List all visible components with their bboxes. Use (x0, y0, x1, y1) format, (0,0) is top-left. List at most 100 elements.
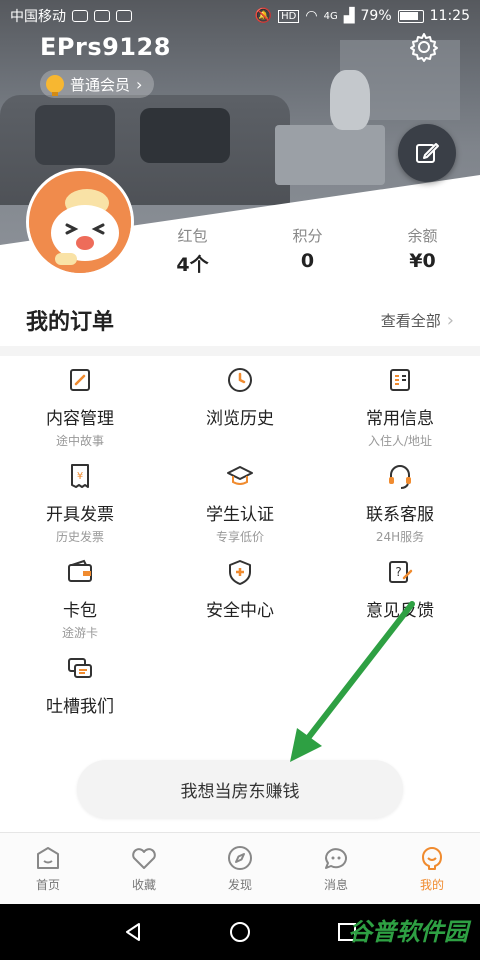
tab-messages[interactable]: 消息 (288, 833, 384, 904)
grid-item-invoice[interactable]: ¥ 开具发票 历史发票 (0, 462, 160, 552)
message-icon (325, 848, 347, 869)
grid-item-card-wallet[interactable]: 卡包 途游卡 (0, 558, 160, 648)
svg-text:¥: ¥ (77, 471, 83, 482)
grid-item-label: 浏览历史 (206, 409, 274, 429)
tab-label: 我的 (419, 878, 444, 892)
message-notification-icon (94, 10, 110, 22)
view-all-orders-link[interactable]: 查看全部 › (381, 310, 454, 331)
cartoon-avatar-icon (29, 171, 131, 273)
grid-item-customer-service[interactable]: 联系客服 24H服务 (320, 462, 480, 552)
stat-value: 4个 (176, 254, 209, 276)
grid-item-sublabel: 入住人/地址 (367, 434, 433, 448)
avatar[interactable] (26, 168, 134, 276)
grid-item-label: 开具发票 (46, 505, 114, 525)
graduation-cap-icon (227, 466, 253, 485)
edit-doc-icon (70, 369, 90, 391)
grid-item-sublabel: 24H服务 (375, 530, 425, 544)
wallet-icon (68, 559, 92, 582)
stat-label: 红包 (177, 227, 208, 245)
view-all-label: 查看全部 (380, 311, 441, 330)
grid-item-browse-history[interactable]: 浏览历史 (160, 366, 320, 456)
pencil-edit-icon (416, 143, 439, 163)
grid-item-label: 学生认证 (206, 505, 274, 525)
tab-label: 收藏 (131, 878, 156, 892)
stat-label: 积分 (292, 227, 323, 245)
grid-item-label: 联系客服 (366, 505, 434, 525)
tab-mine[interactable]: 我的 (384, 833, 480, 904)
invoice-icon: ¥ (71, 464, 89, 488)
member-level-badge[interactable]: 普通会员 › (40, 70, 155, 98)
stat-balance[interactable]: 余额 ¥0 (365, 225, 480, 285)
svg-text:?: ? (395, 565, 401, 579)
grid-item-complain[interactable]: 吐槽我们 (0, 654, 160, 744)
chat-icon (68, 658, 92, 678)
signal-icon: ▟ (343, 8, 355, 24)
bottom-tab-bar: 首页 收藏 发现 消息 我的 (0, 832, 480, 904)
wifi-icon: ◠ (305, 8, 318, 24)
stat-points[interactable]: 积分 0 (250, 225, 365, 285)
home-circle-icon[interactable] (228, 920, 252, 944)
battery-icon (397, 9, 424, 23)
grid-item-frequent-info[interactable]: 常用信息 入住人/地址 (320, 366, 480, 456)
stat-value: ¥0 (409, 250, 436, 272)
back-triangle-icon[interactable] (121, 920, 145, 944)
shield-icon (229, 560, 251, 585)
tab-label: 消息 (323, 878, 348, 892)
grid-item-student-verify[interactable]: 学生认证 专享低价 (160, 462, 320, 552)
grid-item-sublabel: 历史发票 (55, 530, 104, 544)
edit-profile-button[interactable] (398, 124, 456, 182)
grid-item-label: 常用信息 (366, 409, 434, 429)
grid-item-security-center[interactable]: 安全中心 (160, 558, 320, 648)
grid-item-sublabel: 专享低价 (215, 530, 264, 544)
grid-item-feedback[interactable]: ? 意见反馈 (320, 558, 480, 648)
grid-item-content-management[interactable]: 内容管理 途中故事 (0, 366, 160, 456)
member-level-label: 普通会员 (70, 75, 131, 94)
tab-label: 发现 (227, 878, 252, 892)
become-host-button[interactable]: 我想当房东赚钱 (77, 760, 403, 818)
tab-label: 首页 (35, 878, 60, 892)
mute-icon: 🔕 (254, 8, 273, 24)
compass-icon (228, 846, 252, 870)
list-doc-icon (390, 369, 410, 391)
grid-item-label: 意见反馈 (366, 601, 434, 621)
tab-home[interactable]: 首页 (0, 833, 96, 904)
username: EPrs9128 (40, 33, 171, 61)
status-right: 🔕 HD ◠ 4G ▟ 79% 11:25 (255, 8, 470, 24)
status-bar: 中国移动 🔕 HD ◠ 4G ▟ 79% 11:25 (0, 0, 480, 32)
battery-percent: 79% (360, 8, 392, 24)
headset-icon (389, 465, 411, 489)
grid-item-label: 吐槽我们 (46, 697, 114, 717)
lightbulb-icon (46, 75, 64, 96)
app-notification-icon (116, 10, 132, 22)
settings-gear-icon[interactable] (408, 31, 440, 63)
tab-favorites[interactable]: 收藏 (96, 833, 192, 904)
grid-item-label: 内容管理 (46, 409, 114, 429)
tab-discover[interactable]: 发现 (192, 833, 288, 904)
stat-label: 余额 (407, 227, 438, 245)
grid-item-label: 安全中心 (206, 601, 274, 621)
chevron-right-icon: › (446, 309, 454, 331)
profile-icon (422, 847, 442, 870)
orders-section-header: 我的订单 查看全部 › (0, 298, 480, 342)
grid-item-sublabel: 途游卡 (61, 626, 98, 640)
carrier-label: 中国移动 (10, 9, 66, 25)
screen: 中国移动 🔕 HD ◠ 4G ▟ 79% 11:25 EPrs9128 普通会员… (0, 0, 480, 960)
status-left: 中国移动 (10, 6, 132, 26)
feedback-icon: ? (389, 561, 413, 583)
wechat-notification-icon (72, 10, 88, 22)
home-icon (37, 847, 59, 869)
orders-title: 我的订单 (26, 310, 115, 335)
stat-value: 0 (300, 250, 315, 272)
clock-icon (228, 368, 252, 392)
chevron-right-icon: › (136, 74, 143, 94)
account-stats: 红包 4个 积分 0 余额 ¥0 (135, 225, 480, 285)
clock-time: 11:25 (429, 8, 470, 24)
heart-icon (132, 848, 156, 869)
grid-item-sublabel: 途中故事 (55, 434, 104, 448)
network-type-label: 4G (323, 10, 338, 22)
stat-red-packet[interactable]: 红包 4个 (135, 225, 250, 285)
section-divider (0, 346, 480, 356)
hd-icon: HD (278, 9, 300, 23)
watermark-logo: 谷普软件园 (348, 918, 468, 946)
grid-item-label: 卡包 (63, 601, 97, 621)
